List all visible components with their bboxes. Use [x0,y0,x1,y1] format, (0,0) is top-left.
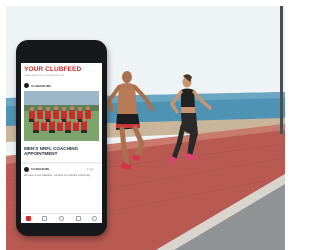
post-time: 3 days [87,168,95,171]
feed-subtitle: Latest news from your favorite club [24,74,65,77]
post-header[interactable]: CLUBHUB NRL [24,82,100,89]
club-logo-icon [24,83,29,88]
chat-icon[interactable] [76,216,81,221]
app-screen: YOUR CLUBFEED Latest news from your favo… [21,63,102,223]
club-name: CLUBHUB NRL [31,83,52,88]
club-logo-icon [24,167,29,172]
calendar-icon[interactable] [42,216,47,221]
team-photo-image [24,91,99,141]
post-text[interactable]: We have a new milestone, continue our cl… [24,174,96,177]
bottom-tab-bar [21,213,102,223]
club-name: CLUBHUB NRL [31,168,50,171]
bell-icon[interactable] [59,216,64,221]
home-icon[interactable] [26,216,31,221]
promo-photo: YOUR CLUBFEED Latest news from your favo… [6,6,285,250]
team-photo[interactable] [24,91,99,141]
post-divider [21,162,102,164]
feed-title: YOUR CLUBFEED [24,66,82,73]
phone-mockup: YOUR CLUBFEED Latest news from your favo… [16,40,107,236]
settings-icon[interactable] [92,216,97,221]
post-title[interactable]: MEN'S NRFL COACHING APPOINTMENT [24,146,98,157]
